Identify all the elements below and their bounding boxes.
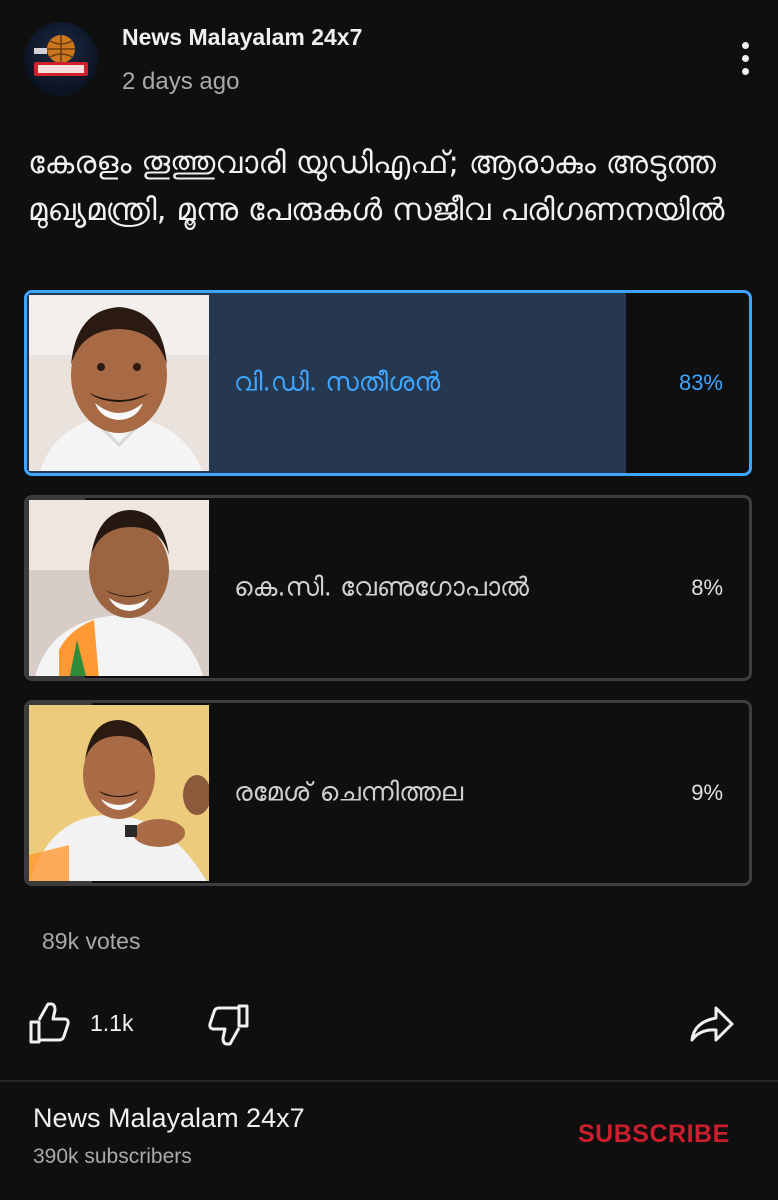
vote-count: 89k votes [42,928,141,954]
poll-question: കേരളം തൂത്തുവാരി യുഡിഎഫ്; ആരാകും അടുത്ത … [28,145,725,228]
divider [0,1080,778,1082]
candidate-photo-2 [29,500,209,676]
subscriber-count: 390k subscribers [33,1145,192,1168]
candidate-photo-1 [29,295,209,471]
poll-option-1[interactable]: വി.ഡി. സതീശൻ 83% [24,290,752,476]
poll-option-percent: 9% [691,780,723,805]
channel-name[interactable]: News Malayalam 24x7 [122,24,362,51]
poll-option-label: വി.ഡി. സതീശൻ [234,367,441,398]
post-timestamp: 2 days ago [122,68,240,95]
poll-option-label: രമേശ് ചെന്നിത്തല [234,777,464,808]
poll-option-percent: 83% [678,370,723,395]
more-vert-icon[interactable] [730,38,762,78]
like-count: 1.1k [90,1010,134,1036]
poll-option-3[interactable]: രമേശ് ചെന്നിത്തല 9% [24,700,752,886]
channel-logo-icon [34,35,88,76]
poll-option-label: കെ.സി. വേണുഗോപാൽ [234,572,529,603]
candidate-photo-3 [29,705,209,881]
channel-avatar[interactable] [24,22,98,96]
footer-channel-name[interactable]: News Malayalam 24x7 [33,1103,305,1134]
thumbs-down-icon[interactable] [204,1000,252,1048]
thumbs-up-icon[interactable] [26,1000,74,1048]
poll-option-percent: 8% [691,575,723,600]
poll-option-2[interactable]: കെ.സി. വേണുഗോപാൽ 8% [24,495,752,681]
share-arrow-icon[interactable] [688,1000,738,1048]
community-post: News Malayalam 24x7 2 days ago കേരളം തൂത… [0,0,778,1080]
subscribe-button[interactable]: SUBSCRIBE [578,1120,730,1149]
